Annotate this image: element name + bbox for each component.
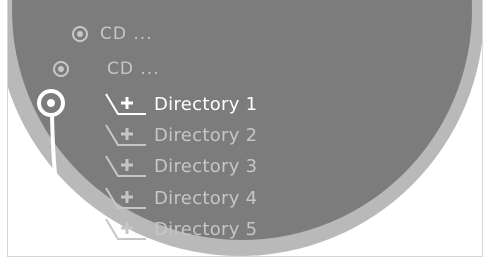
list-item-label: Directory 1 (154, 93, 258, 115)
list-item-label: Directory 3 (154, 155, 258, 177)
list-item-directory-1[interactable]: Directory 1 (104, 90, 257, 118)
directory-add-icon (105, 93, 146, 115)
list-item-directory-5[interactable]: Directory 5 (104, 215, 257, 243)
list-item-cd-1[interactable]: CD ... (72, 20, 153, 48)
list-item-directory-2[interactable]: Directory 2 (104, 121, 257, 149)
list-item-directory-4[interactable]: Directory 4 (104, 184, 257, 212)
cd-icon (72, 26, 88, 42)
list-item-label: CD ... (100, 24, 153, 44)
list-item-directory-3[interactable]: Directory 3 (104, 152, 257, 180)
menu-overlay: CD ... CD ... Directory 1 Directory 2 Di… (0, 0, 488, 263)
list-item-cd-2[interactable]: CD ... (53, 55, 160, 83)
directory-add-icon (105, 155, 146, 177)
list-item-label: Directory 4 (154, 187, 258, 209)
list-item-label: Directory 5 (154, 218, 258, 240)
cd-icon (53, 61, 69, 77)
directory-add-icon (105, 124, 146, 146)
directory-add-icon (105, 218, 146, 240)
directory-add-icon (105, 187, 146, 209)
list-item-label: Directory 2 (154, 124, 258, 146)
list-item-label: CD ... (107, 59, 160, 79)
